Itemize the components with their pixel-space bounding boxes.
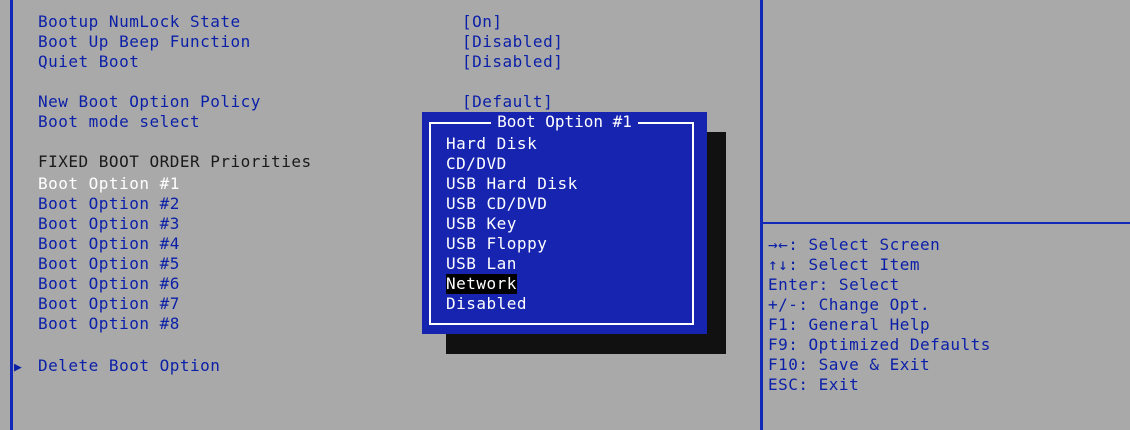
panel-divider — [760, 0, 763, 430]
popup-title: Boot Option #1 — [422, 112, 707, 132]
boot-option-5[interactable]: Boot Option #5 — [38, 254, 180, 274]
popup-option-usb-lan[interactable]: USB Lan — [446, 254, 517, 274]
left-border — [10, 0, 13, 430]
setting-numlock-label[interactable]: Bootup NumLock State — [38, 12, 241, 32]
boot-option-1[interactable]: Boot Option #1 — [38, 174, 180, 194]
popup-option-cd-dvd[interactable]: CD/DVD — [446, 154, 507, 174]
setting-quiet-boot-label[interactable]: Quiet Boot — [38, 52, 139, 72]
delete-boot-option-item[interactable]: Delete Boot Option — [38, 356, 220, 376]
help-select-screen: →←: Select Screen — [768, 235, 941, 254]
setting-beep-label[interactable]: Boot Up Beep Function — [38, 32, 251, 52]
boot-option-6[interactable]: Boot Option #6 — [38, 274, 180, 294]
help-enter-select: Enter: Select — [768, 275, 900, 294]
boot-option-3[interactable]: Boot Option #3 — [38, 214, 180, 234]
popup-option-hard-disk[interactable]: Hard Disk — [446, 134, 537, 154]
popup-title-text: Boot Option #1 — [491, 112, 638, 131]
help-select-item: ↑↓: Select Item — [768, 255, 920, 274]
boot-option-7[interactable]: Boot Option #7 — [38, 294, 180, 314]
help-change-opt: +/-: Change Opt. — [768, 295, 931, 314]
setting-new-boot-policy-value[interactable]: [Default] — [462, 92, 553, 112]
setting-beep-value[interactable]: [Disabled] — [462, 32, 563, 52]
popup-option-usb-floppy[interactable]: USB Floppy — [446, 234, 547, 254]
setting-quiet-boot-value[interactable]: [Disabled] — [462, 52, 563, 72]
bios-screen: Bootup NumLock State [On] Boot Up Beep F… — [0, 0, 1130, 430]
boot-option-2[interactable]: Boot Option #2 — [38, 194, 180, 214]
setting-new-boot-policy-label[interactable]: New Boot Option Policy — [38, 92, 261, 112]
boot-option-popup[interactable]: Boot Option #1 Hard Disk CD/DVD USB Hard… — [422, 112, 707, 334]
setting-boot-mode-label[interactable]: Boot mode select — [38, 112, 200, 132]
submenu-arrow-icon: ▶ — [14, 360, 22, 375]
popup-option-network[interactable]: Network — [446, 274, 517, 294]
boot-option-8[interactable]: Boot Option #8 — [38, 314, 180, 334]
popup-option-usb-hard-disk[interactable]: USB Hard Disk — [446, 174, 578, 194]
help-save-exit: F10: Save & Exit — [768, 355, 931, 374]
help-optimized-defaults: F9: Optimized Defaults — [768, 335, 991, 354]
boot-option-4[interactable]: Boot Option #4 — [38, 234, 180, 254]
setting-numlock-value[interactable]: [On] — [462, 12, 503, 32]
help-divider — [763, 222, 1130, 224]
help-exit: ESC: Exit — [768, 375, 860, 394]
popup-option-usb-cd-dvd[interactable]: USB CD/DVD — [446, 194, 547, 214]
help-general-help: F1: General Help — [768, 315, 931, 334]
popup-option-disabled[interactable]: Disabled — [446, 294, 527, 314]
popup-option-usb-key[interactable]: USB Key — [446, 214, 517, 234]
fixed-boot-order-heading: FIXED BOOT ORDER Priorities — [38, 152, 312, 171]
